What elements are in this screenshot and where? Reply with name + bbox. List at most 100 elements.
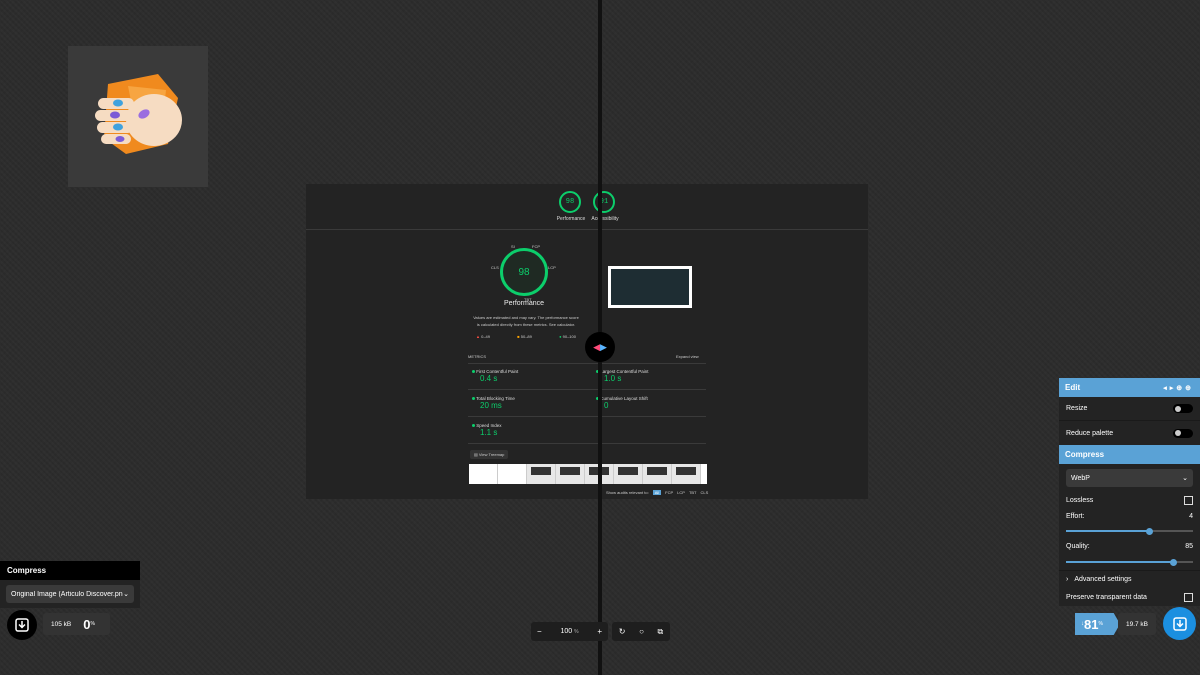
- report-header: 98 Performance 91 Accessibility: [306, 184, 868, 230]
- download-icon: [1172, 616, 1187, 631]
- gauge-label-lcp: LCP: [548, 265, 556, 270]
- download-compressed-button[interactable]: [1163, 607, 1196, 640]
- effort-row: Effort: 4: [1059, 509, 1200, 523]
- resize-toggle[interactable]: [1173, 404, 1193, 413]
- slider-fill: [1066, 561, 1174, 563]
- filmstrip-frame: [643, 464, 672, 484]
- side-by-side-icon[interactable]: ⧉: [657, 627, 663, 637]
- gauge-label: Accessibility: [591, 216, 619, 222]
- compress-header: Compress: [1059, 445, 1200, 464]
- quality-row: Quality: 85: [1059, 539, 1200, 554]
- percent-value: 0: [83, 616, 91, 632]
- background-toggle-icon[interactable]: ○: [639, 627, 644, 636]
- reduce-palette-row: Reduce palette: [1059, 421, 1200, 445]
- audit-tag-fcp[interactable]: FCP: [665, 490, 673, 495]
- metric-tbt: Total Blocking Time 20 ms: [472, 396, 515, 410]
- metric-value: 20 ms: [480, 401, 502, 410]
- score: 98: [559, 191, 581, 213]
- download-original-button[interactable]: [7, 610, 37, 640]
- legend-range: 0–49: [481, 334, 490, 339]
- button-label: View Treemap: [478, 452, 505, 457]
- copy-settings-icon-2[interactable]: ⊕: [1185, 385, 1194, 392]
- legend-range: 50–89: [520, 334, 532, 339]
- file-size: 19.7 kB: [1125, 620, 1149, 628]
- effort-label: Effort:: [1066, 512, 1085, 520]
- audit-filter: Show audits relevant to: All FCP LCP TBT…: [606, 490, 708, 495]
- metrics-heading: METRICS: [468, 354, 486, 359]
- download-icon: [15, 618, 29, 632]
- status-dot: [472, 424, 475, 427]
- description-line: is calculated directly from these metric…: [476, 322, 576, 327]
- resize-label: Resize: [1066, 405, 1088, 412]
- expand-view-link[interactable]: Expand view: [676, 354, 699, 359]
- percent-value: 81: [1084, 616, 1099, 632]
- slider-knob[interactable]: [1146, 527, 1154, 535]
- lossless-checkbox[interactable]: [1184, 496, 1193, 505]
- audit-tag-tbt[interactable]: TBT: [689, 490, 697, 495]
- slider-knob[interactable]: [1170, 558, 1178, 566]
- status-dot: [472, 397, 475, 400]
- rotate-icon[interactable]: ↻: [619, 627, 626, 636]
- percent-unit: %: [90, 621, 95, 627]
- divider: [468, 363, 706, 364]
- metric-lcp: Largest Contentful Paint 1.0 s: [596, 369, 649, 383]
- legend-item: ● 90–100: [559, 334, 576, 339]
- preserve-transparent-checkbox[interactable]: [1184, 592, 1193, 602]
- filmstrip-frame: [469, 464, 498, 484]
- slider-fill: [1066, 530, 1150, 532]
- divider: [468, 389, 706, 390]
- edit-title: Edit: [1065, 383, 1081, 392]
- view-treemap-button[interactable]: ▤ View Treemap: [470, 450, 509, 459]
- audit-filter-label: Show audits relevant to:: [606, 490, 649, 495]
- zoom-level[interactable]: 100 %: [560, 628, 578, 635]
- copy-settings-icon[interactable]: ⊕: [1176, 385, 1185, 392]
- effort-slider[interactable]: [1066, 527, 1193, 535]
- format-row: WebP ⌄: [1059, 464, 1200, 492]
- zoom-out-button[interactable]: −: [537, 627, 542, 636]
- file-size: 105 kB: [51, 620, 72, 628]
- quality-slider[interactable]: [1066, 558, 1193, 566]
- quality-value: 85: [1185, 543, 1193, 550]
- legend-range: 90–100: [562, 334, 576, 339]
- divider: [468, 416, 706, 417]
- audit-tag-all[interactable]: All: [652, 490, 662, 495]
- status-dot: [472, 370, 475, 373]
- audit-tag-lcp[interactable]: LCP: [677, 490, 685, 495]
- preserve-transparent-row: Preserve transparent data: [1059, 588, 1200, 606]
- left-compress-panel: Original Image (Articulo Discover.png) ⌄: [0, 580, 140, 608]
- compare-handle[interactable]: ◀ ▶: [585, 332, 615, 362]
- app-logo: [68, 46, 208, 187]
- advanced-settings-row[interactable]: › Advanced settings: [1059, 570, 1200, 588]
- compressed-size-box: 19.7 kB: [1118, 613, 1156, 635]
- reduce-palette-toggle[interactable]: [1173, 428, 1193, 438]
- original-size-box: 105 kB 0%: [43, 613, 110, 635]
- filmstrip-frame: [527, 464, 556, 484]
- swap-sides-icon[interactable]: ◂▸: [1163, 385, 1176, 392]
- gauge-performance: 98: [559, 191, 583, 213]
- savings-badge: ↓ 81%: [1075, 613, 1120, 635]
- gauge-label-fcp: FCP: [532, 244, 540, 249]
- gauge-label-si: SI: [511, 244, 515, 249]
- effort-value: 4: [1189, 512, 1193, 520]
- filmstrip-frame: [556, 464, 585, 484]
- percent-unit: %: [1098, 621, 1103, 627]
- edit-header: Edit ◂▸⊕⊕: [1059, 378, 1200, 397]
- format-select[interactable]: WebP ⌄: [1066, 469, 1193, 487]
- score-legend: ▲ 0–49 ■ 50–89 ● 90–100: [476, 334, 576, 339]
- metric-value: 1.1 s: [480, 428, 498, 437]
- effort-slider-row: [1059, 523, 1200, 539]
- resize-row: Resize: [1059, 397, 1200, 421]
- description-line: Values are estimated and may vary. The p…: [473, 315, 579, 320]
- select-value: Original Image (Articulo Discover.png): [11, 590, 124, 598]
- chevron-right-icon: ›: [1066, 576, 1069, 583]
- arrow-left-icon: ◀: [593, 341, 600, 352]
- zoom-in-button[interactable]: +: [597, 627, 602, 636]
- filmstrip-frame: [672, 464, 701, 484]
- audit-tag-cls[interactable]: CLS: [701, 490, 709, 495]
- view-tools: ↻ ○ ⧉: [612, 622, 670, 641]
- legend-marker-icon: ●: [559, 334, 562, 339]
- format-select-original[interactable]: Original Image (Articulo Discover.png) ⌄: [6, 585, 134, 603]
- legend-item: ▲ 0–49: [476, 334, 490, 339]
- preserve-transparent-label: Preserve transparent data: [1066, 593, 1147, 601]
- advanced-settings-label: Advanced settings: [1074, 576, 1132, 583]
